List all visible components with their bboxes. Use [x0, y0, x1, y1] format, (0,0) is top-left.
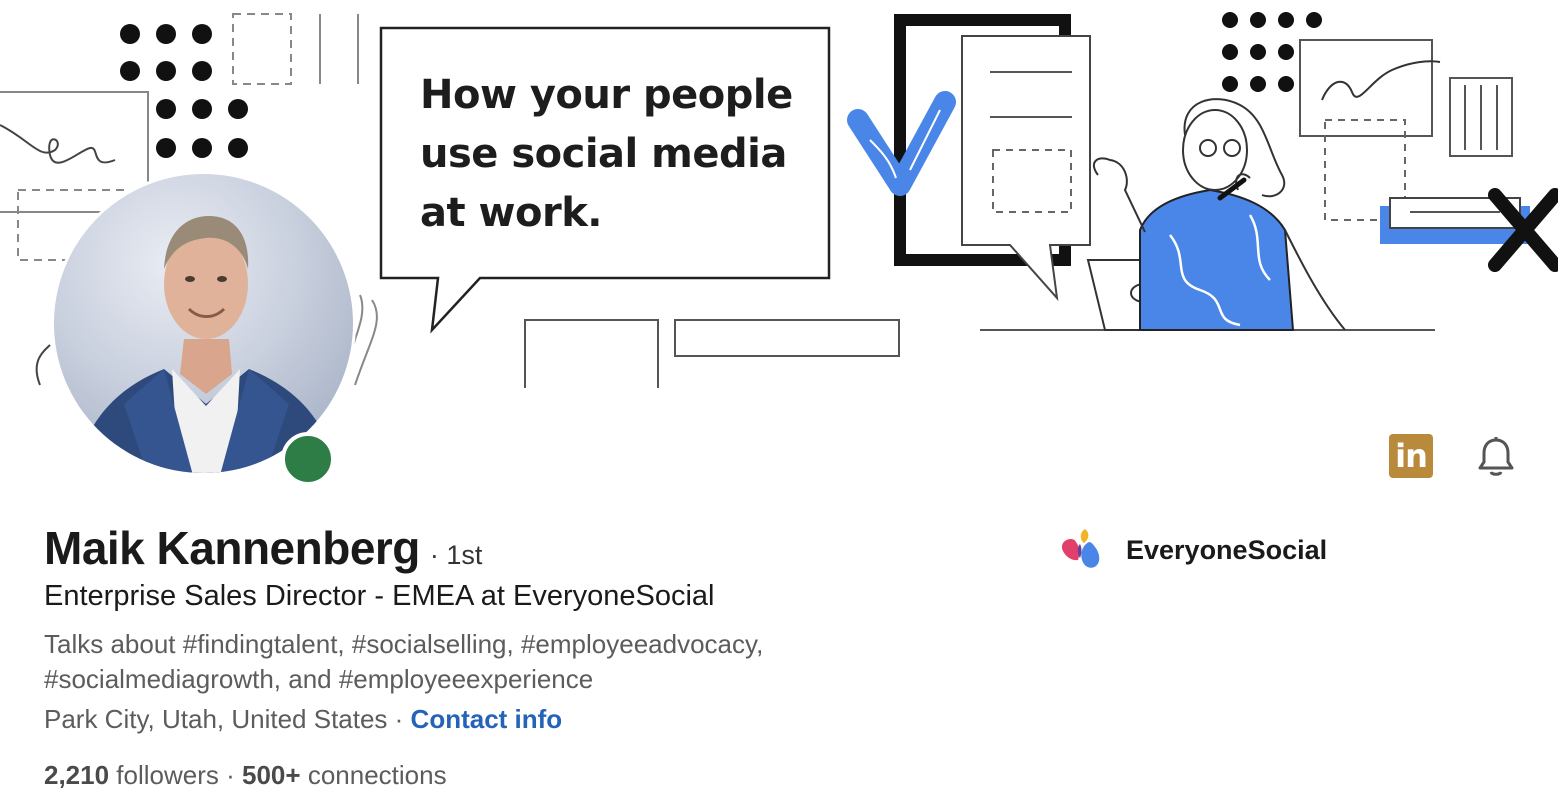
profile-name-row: Maik Kannenberg · 1st: [44, 521, 482, 575]
contact-info-link[interactable]: Contact info: [411, 704, 563, 734]
everyonesocial-logo-icon: [1061, 529, 1100, 568]
profile-stats: 2,210 followers · 500+ connections: [44, 760, 447, 791]
banner-headline-line: use social media: [420, 131, 787, 177]
connections-count[interactable]: 500+: [242, 760, 301, 790]
separator: ·: [387, 704, 411, 734]
connection-degree-badge: · 1st: [429, 540, 483, 570]
linkedin-badge-label: in: [1395, 437, 1428, 475]
connections-label[interactable]: connections: [301, 760, 447, 790]
current-company[interactable]: EveryoneSocial: [1058, 527, 1327, 573]
profile-location-row: Park City, Utah, United States · Contact…: [44, 704, 562, 735]
followers-label[interactable]: followers: [109, 760, 219, 790]
person-portrait-icon: [75, 216, 338, 473]
talks-line: Talks about #findingtalent, #socialselli…: [44, 629, 764, 659]
talks-line: #socialmediagrowth, and #employeeexperie…: [44, 664, 594, 694]
separator: ·: [218, 760, 243, 790]
profile-talks-about: Talks about #findingtalent, #socialselli…: [44, 627, 904, 697]
banner-headline-line: at work.: [420, 190, 603, 236]
online-status-indicator: [281, 432, 335, 486]
profile-headline: Enterprise Sales Director - EMEA at Ever…: [44, 580, 715, 612]
profile-location: Park City, Utah, United States: [44, 704, 388, 734]
banner-headline-line: How your people: [420, 72, 793, 118]
bell-icon[interactable]: [1474, 434, 1518, 478]
profile-name: Maik Kannenberg: [44, 522, 420, 574]
profile-photo[interactable]: [51, 171, 356, 476]
linkedin-icon[interactable]: in: [1389, 434, 1433, 478]
banner-headline: How your people use social media at work…: [420, 66, 820, 243]
company-name: EveryoneSocial: [1126, 534, 1328, 565]
followers-count[interactable]: 2,210: [44, 760, 109, 790]
